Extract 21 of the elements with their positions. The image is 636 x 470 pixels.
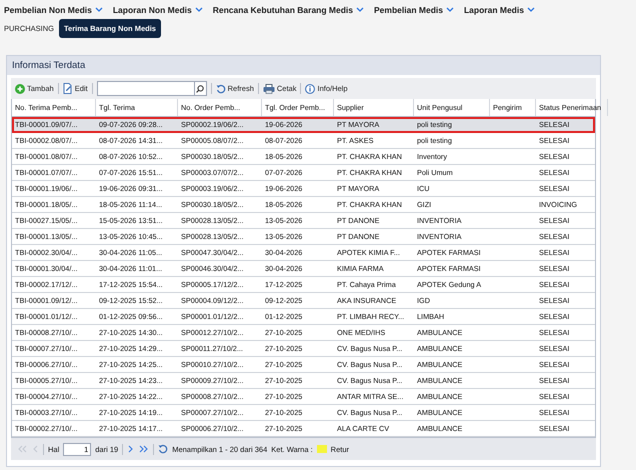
chevron-down-icon	[526, 6, 535, 12]
menu-item[interactable]: Laporan Non Medis	[112, 4, 203, 14]
chevron-down-icon	[94, 6, 103, 12]
chevron-down-icon	[446, 6, 454, 12]
menu-item[interactable]: Pembelian Medis	[374, 4, 454, 14]
menu-item[interactable]: Laporan Medis	[464, 4, 535, 14]
search-icon[interactable]	[194, 82, 206, 95]
refresh-icon	[216, 84, 226, 94]
info-icon	[305, 84, 316, 94]
next-page-button[interactable]	[127, 445, 134, 453]
refresh-icon[interactable]	[158, 444, 168, 454]
menu-item[interactable]: Rencana Kebutuhan Barang Medis	[212, 4, 364, 14]
search-field[interactable]	[96, 81, 207, 96]
last-page-button[interactable]	[138, 445, 150, 453]
add-icon	[15, 84, 25, 94]
chevron-down-icon	[356, 6, 364, 12]
document-pencil-icon	[62, 83, 73, 94]
menu-item[interactable]: Pembelian Non Medis	[4, 4, 103, 14]
chevron-down-icon	[194, 6, 203, 12]
panel-title: Informasi Terdata	[7, 56, 600, 75]
printer-icon	[262, 84, 275, 94]
